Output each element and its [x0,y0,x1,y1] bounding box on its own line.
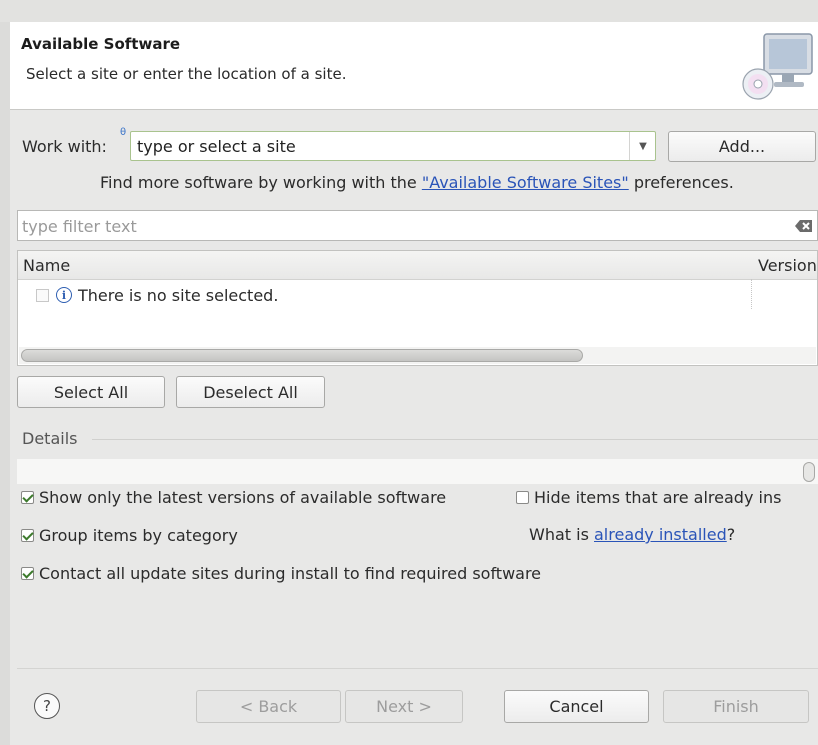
footer-separator [17,668,818,669]
wizard-body [10,110,818,745]
hide-installed-checkbox[interactable] [516,491,529,504]
group-by-category-checkbox[interactable] [21,529,34,542]
info-icon: i [56,287,72,303]
filter-box[interactable] [17,210,818,241]
available-software-sites-link[interactable]: "Available Software Sites" [422,173,629,192]
site-combo[interactable]: ▼ [130,131,656,161]
back-button[interactable]: < Back [196,690,341,723]
site-input[interactable] [137,136,617,156]
latest-versions-label: Show only the latest versions of availab… [39,488,447,507]
window-top-strip [0,0,818,22]
scrollbar-thumb[interactable] [21,349,583,362]
clear-icon[interactable] [794,217,814,235]
latest-versions-checkbox[interactable] [21,491,34,504]
filter-input[interactable] [22,216,782,236]
column-header-name[interactable]: Name [23,256,70,275]
already-installed-prefix: What is [529,525,594,544]
next-button[interactable]: Next > [345,690,463,723]
details-area [17,459,818,484]
content-assist-icon: θ [120,127,127,138]
contact-sites-option[interactable]: Contact all update sites during install … [21,564,541,583]
add-site-button[interactable]: Add... [668,131,816,162]
software-tree[interactable]: Name Version i There is no site selected… [17,250,818,366]
finish-button[interactable]: Finish [663,690,809,723]
page-title: Available Software [21,35,181,53]
contact-sites-label: Contact all update sites during install … [39,564,542,583]
row-checkbox[interactable] [36,288,49,302]
select-all-button[interactable]: Select All [17,376,165,408]
group-by-category-option[interactable]: Group items by category [21,526,238,545]
column-divider [751,279,752,309]
cancel-button[interactable]: Cancel [504,690,649,723]
already-installed-link[interactable]: already installed [594,525,727,544]
wizard-banner: Available Software Select a site or ente… [10,22,818,110]
tree-row[interactable]: i There is no site selected. [36,284,278,306]
page-description: Select a site or enter the location of a… [26,65,347,83]
work-with-label: Work with: [22,137,107,156]
find-more-suffix: preferences. [628,173,734,192]
hide-installed-label: Hide items that are already ins [534,488,782,507]
row-label: There is no site selected. [78,285,279,305]
details-scrollbar-thumb[interactable] [803,462,815,482]
already-installed-suffix: ? [726,525,736,544]
latest-versions-option[interactable]: Show only the latest versions of availab… [21,488,446,507]
horizontal-scrollbar[interactable] [19,347,816,364]
help-icon[interactable]: ? [34,693,60,719]
hide-installed-option[interactable]: Hide items that are already ins [516,488,781,507]
already-installed-text: What is already installed? [529,525,735,544]
details-label: Details [22,429,78,448]
details-separator [92,439,818,440]
find-more-text: Find more software by working with the "… [100,173,734,192]
group-by-category-label: Group items by category [39,526,238,545]
find-more-prefix: Find more software by working with the [100,173,422,192]
column-header-version[interactable]: Version [758,256,817,275]
chevron-down-icon[interactable]: ▼ [629,132,656,160]
tree-header: Name Version [18,251,817,280]
contact-sites-checkbox[interactable] [21,567,34,580]
deselect-all-button[interactable]: Deselect All [176,376,325,408]
monitor-cd-icon [742,33,813,100]
